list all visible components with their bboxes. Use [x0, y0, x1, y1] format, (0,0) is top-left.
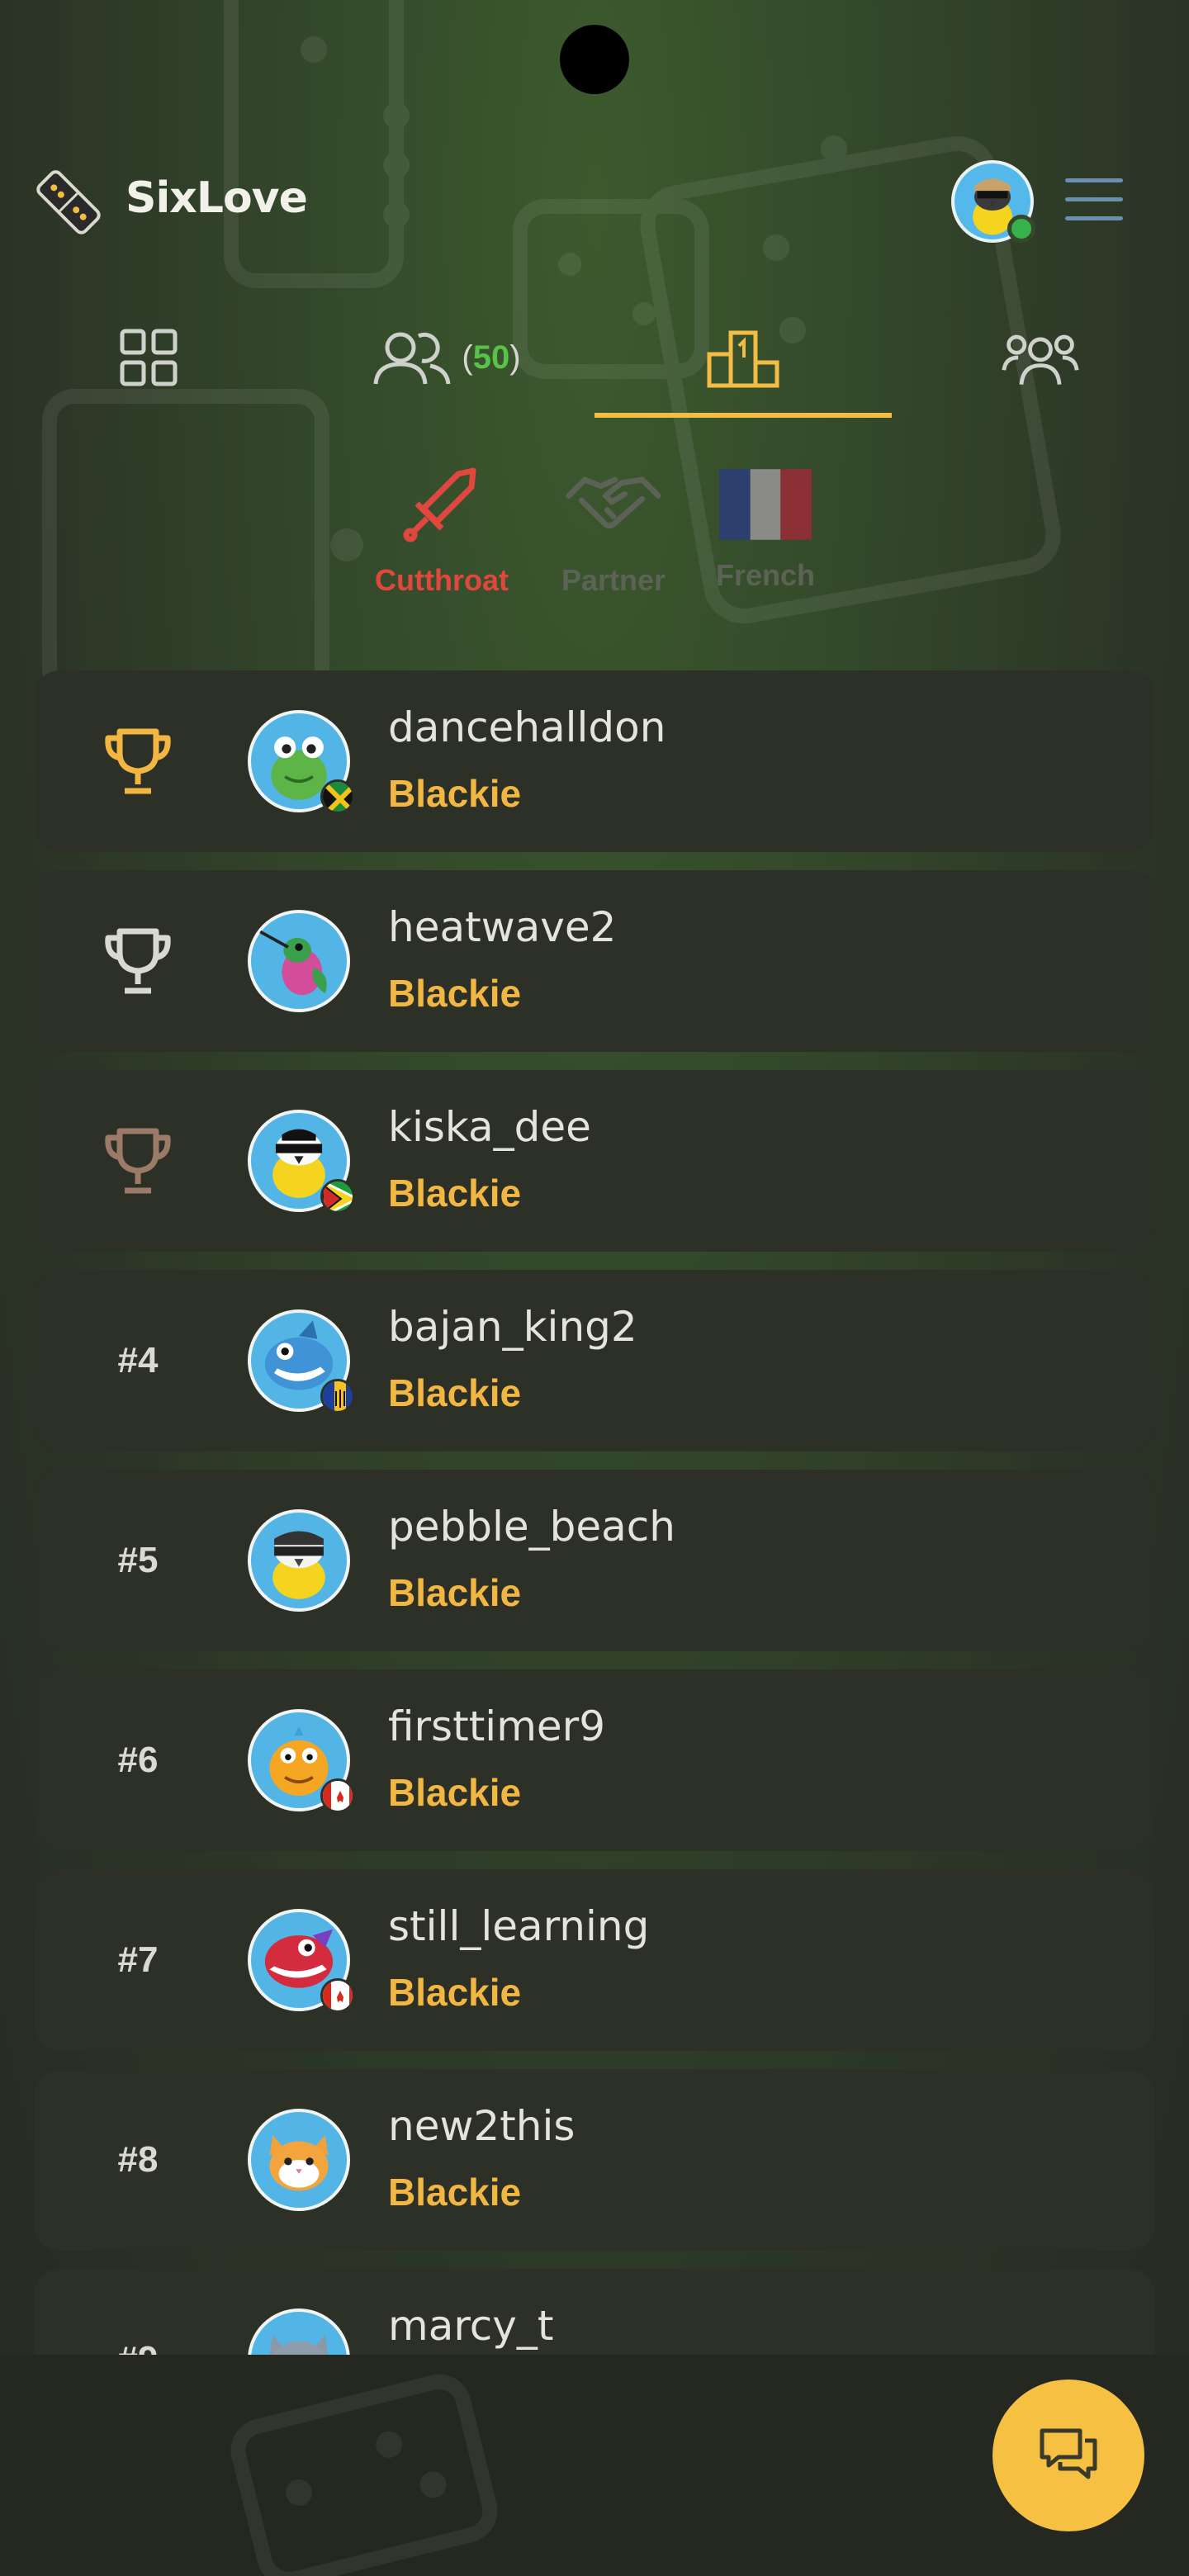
leaderboard-row[interactable]: kiska_dee Blackie	[35, 1070, 1154, 1252]
leaderboard-list[interactable]: dancehalldon Blackie heatwave2 Blackie k…	[35, 670, 1154, 2355]
main-tabs: (50)	[0, 297, 1189, 421]
player-name: heatwave2	[388, 903, 617, 951]
leaderboard-row[interactable]: #4 bajan_king2 Blackie	[35, 1270, 1154, 1451]
leaderboard-row[interactable]: #9 marcy_t	[35, 2269, 1154, 2355]
mode-partner[interactable]: Partner	[535, 446, 692, 611]
barbados-flag-icon	[320, 1379, 355, 1413]
cat-avatar-icon	[269, 2135, 329, 2191]
active-tab-indicator	[594, 413, 892, 418]
player-name: marcy_t	[388, 2302, 554, 2350]
chat-bubbles-icon	[1040, 2428, 1097, 2479]
leaderboard-row[interactable]: #5 pebble_beach Blackie	[35, 1470, 1154, 1651]
hamburger-menu-button[interactable]	[1065, 177, 1123, 223]
group-icon	[1002, 334, 1079, 385]
rank-number: #6	[117, 1740, 159, 1780]
player-name: still_learning	[388, 1902, 650, 1950]
online-status-dot	[1007, 215, 1035, 243]
player-name: firsttimer9	[388, 1702, 606, 1750]
rank-number: #8	[117, 2139, 159, 2180]
gold-trophy-icon	[105, 728, 171, 794]
friends-count: (50)	[462, 339, 521, 376]
app-brand: SixLove	[126, 173, 308, 223]
avatar	[248, 910, 350, 1012]
rank-badge	[84, 928, 192, 994]
bandit-bird-avatar-icon	[272, 1531, 325, 1599]
avatar	[248, 2308, 350, 2355]
silver-trophy-icon	[105, 928, 171, 994]
rank-badge	[84, 728, 192, 794]
bronze-trophy-icon	[105, 1128, 171, 1194]
player-rank-title: Blackie	[388, 1771, 522, 1814]
canada-flag-icon	[320, 1778, 355, 1813]
tab-friends[interactable]: (50)	[297, 297, 594, 418]
my-avatar[interactable]	[951, 160, 1035, 243]
leaderboard-row[interactable]: dancehalldon Blackie	[35, 670, 1154, 852]
rank-number: #5	[117, 1540, 159, 1580]
player-name: pebble_beach	[388, 1503, 675, 1551]
podium-icon	[707, 330, 779, 388]
rank-number: #7	[117, 1939, 159, 1980]
sword-icon	[403, 467, 476, 542]
gray-cat-avatar-icon	[269, 2335, 329, 2355]
avatar	[248, 1509, 350, 1612]
chat-button[interactable]	[992, 2379, 1144, 2531]
leaderboard-row[interactable]: heatwave2 Blackie	[35, 870, 1154, 1052]
friends-icon	[373, 332, 451, 385]
app-header: SixLove	[0, 149, 1189, 256]
player-name: kiska_dee	[388, 1103, 591, 1151]
domino-logo-icon	[31, 165, 106, 239]
player-rank-title: Blackie	[388, 1371, 522, 1414]
tab-community[interactable]	[892, 297, 1189, 418]
rank-number: #4	[117, 1340, 159, 1380]
mode-partner-label: Partner	[561, 563, 666, 597]
tab-leaderboard[interactable]	[594, 297, 892, 418]
game-mode-selector: Cutthroat Partner French	[0, 446, 1189, 611]
france-flag-icon	[719, 469, 812, 540]
leaderboard-row[interactable]: #6 firsttimer9 Blackie	[35, 1669, 1154, 1851]
jamaica-flag-icon	[320, 779, 355, 814]
mode-french-label: French	[715, 558, 816, 592]
player-rank-title: Blackie	[388, 972, 522, 1015]
leaderboard-row[interactable]: #7 still_learning Blackie	[35, 1869, 1154, 2051]
rank-badge	[84, 1128, 192, 1194]
grid-icon	[120, 329, 178, 386]
mode-cutthroat[interactable]: Cutthroat	[363, 446, 520, 611]
player-name: new2this	[388, 2102, 576, 2150]
avatar	[248, 2109, 350, 2211]
leaderboard-row[interactable]: #8 new2this Blackie	[35, 2069, 1154, 2251]
rank-number: #9	[84, 2327, 192, 2355]
avatar	[248, 1309, 355, 1413]
player-name: bajan_king2	[388, 1303, 637, 1351]
guyana-flag-icon	[320, 1179, 355, 1214]
mode-cutthroat-label: Cutthroat	[375, 563, 509, 597]
player-name: dancehalldon	[388, 703, 666, 751]
player-rank-title: Blackie	[388, 772, 522, 815]
mode-french[interactable]: French	[687, 446, 844, 611]
avatar	[248, 1709, 355, 1813]
avatar	[248, 1110, 355, 1214]
camera-cutout	[560, 25, 629, 94]
tab-lobby[interactable]	[0, 297, 297, 418]
player-rank-title: Blackie	[388, 2171, 522, 2214]
avatar	[248, 1909, 355, 2013]
player-rank-title: Blackie	[388, 1571, 522, 1614]
player-rank-title: Blackie	[388, 1172, 522, 1215]
canada-flag-icon	[320, 1978, 355, 2013]
hummingbird-avatar-icon	[259, 930, 327, 996]
handshake-icon	[566, 476, 661, 529]
avatar	[248, 710, 355, 814]
player-rank-title: Blackie	[388, 1971, 522, 2014]
